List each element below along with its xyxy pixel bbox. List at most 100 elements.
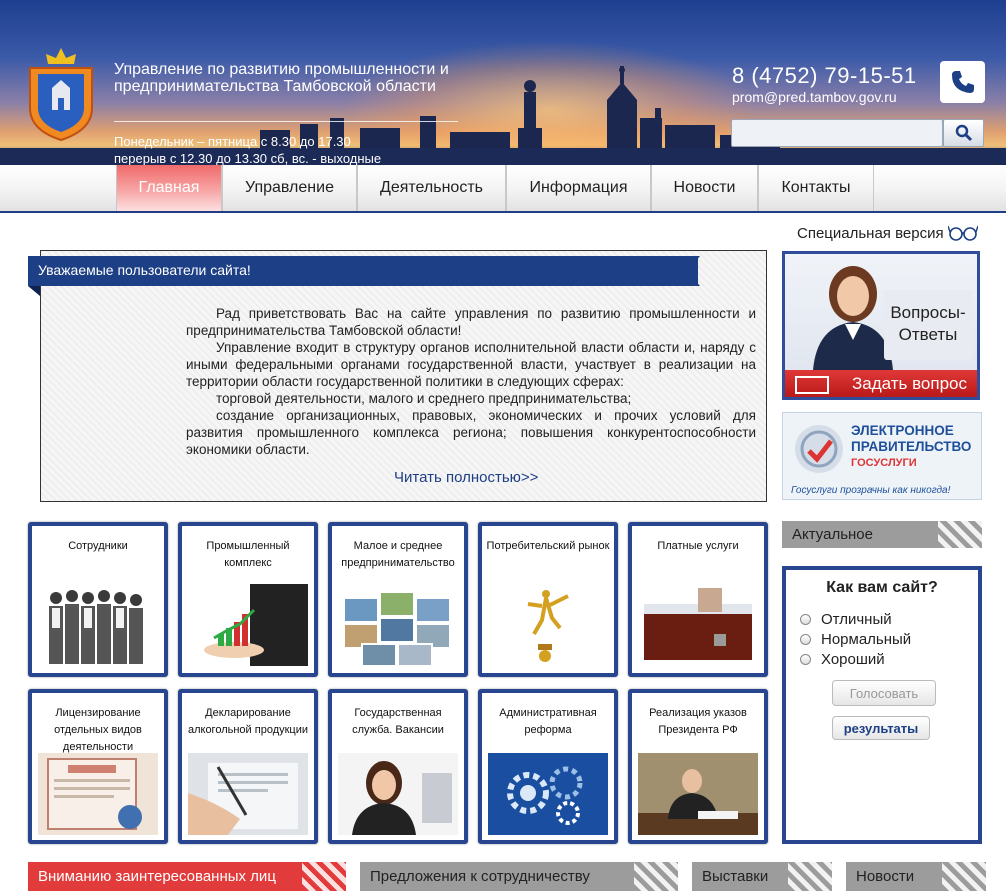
tile-title: Декларирование алкогольной продукции [187, 707, 309, 736]
tile-title: Малое и среднее предпринимательство [341, 540, 455, 569]
poll-option-label: Хороший [821, 651, 885, 668]
tile-consumer-market[interactable]: Потребительский рынок [478, 522, 618, 677]
bottom-bar-label: Новости [856, 868, 915, 885]
bottom-bar-interested-parties[interactable]: Вниманию заинтересованных лиц [28, 862, 346, 891]
tile-title: Сотрудники [68, 540, 128, 552]
decorative-stripes [634, 862, 678, 891]
poll-widget: Как вам сайт? Отличный Нормальный Хороши… [782, 566, 982, 844]
main-navigation: Главная Управление Деятельность Информац… [0, 165, 1006, 213]
tile-title: Административная реформа [499, 707, 597, 736]
ask-question-label: Задать вопрос [852, 374, 967, 393]
president-signing-photo [638, 753, 758, 835]
tile-title: Государственная служба. Вакансии [352, 707, 444, 736]
ribbon-fold [28, 286, 40, 296]
qa-banner[interactable]: Вопросы-Ответы Задать вопрос [782, 251, 980, 400]
office-worker-photo [338, 753, 458, 835]
decorative-stripes [942, 862, 986, 891]
bottom-bar-label: Выставки [702, 868, 769, 885]
contact-email[interactable]: prom@pred.tambov.gov.ru [732, 89, 897, 105]
welcome-paragraph: Управление входит в структуру органов ис… [186, 340, 756, 389]
welcome-text: Рад приветствовать Вас на сайте управлен… [186, 305, 756, 458]
nav-item-information[interactable]: Информация [506, 165, 651, 211]
nav-item-management[interactable]: Управление [222, 165, 357, 211]
tile-alcohol-declaration[interactable]: Декларирование алкогольной продукции [178, 689, 318, 844]
nav-item-home[interactable]: Главная [116, 165, 222, 211]
industrial-growth-photo [188, 584, 308, 666]
decorative-stripes [788, 862, 832, 891]
decorative-stripes [302, 862, 346, 891]
tile-industrial-complex[interactable]: Промышленный комплекс [178, 522, 318, 677]
qa-label: Вопросы-Ответы [884, 290, 972, 360]
radio-button[interactable] [800, 634, 811, 645]
bottom-bar-news[interactable]: Новости [846, 862, 986, 891]
gov-title-line2: ПРАВИТЕЛЬСТВО [851, 439, 972, 454]
decorative-stripes [938, 521, 982, 548]
tile-presidential-decrees[interactable]: Реализация указов Президента РФ [628, 689, 768, 844]
nav-item-contacts[interactable]: Контакты [758, 165, 874, 211]
signing-document-photo [188, 753, 308, 835]
bottom-bar-label: Вниманию заинтересованных лиц [38, 868, 276, 885]
tile-title: Лицензирование отдельных видов деятельно… [54, 707, 142, 753]
welcome-paragraph: создание организационных, правовых, экон… [186, 408, 756, 457]
poll-option-normal[interactable]: Нормальный [800, 631, 911, 648]
tile-civil-service-vacancies[interactable]: Государственная служба. Вакансии [328, 689, 468, 844]
results-button[interactable]: результаты [832, 716, 930, 740]
search-button[interactable] [943, 119, 984, 147]
gears-photo [488, 753, 608, 835]
tile-employees[interactable]: Сотрудники [28, 522, 168, 677]
poll-option-excellent[interactable]: Отличный [800, 611, 892, 628]
actual-header: Актуальное [782, 521, 982, 548]
bottom-bar-cooperation[interactable]: Предложения к сотрудничеству [360, 862, 678, 891]
organization-title: Управление по развитию промышленности и … [114, 61, 449, 95]
license-document-photo [38, 753, 158, 835]
bottom-bar-label: Предложения к сотрудничеству [370, 868, 590, 885]
tile-licensing[interactable]: Лицензирование отдельных видов деятельно… [28, 689, 168, 844]
welcome-heading: Уважаемые пользователи сайта! [28, 256, 698, 286]
welcome-paragraph: торговой деятельности, малого и среднего… [216, 391, 632, 406]
poll-option-good[interactable]: Хороший [800, 651, 885, 668]
tile-administrative-reform[interactable]: Административная реформа [478, 689, 618, 844]
poll-option-label: Отличный [821, 611, 892, 628]
welcome-paragraph: Рад приветствовать Вас на сайте управлен… [186, 306, 756, 338]
tile-small-medium-business[interactable]: Малое и среднее предпринимательство [328, 522, 468, 677]
search-input[interactable] [732, 120, 942, 146]
search-field[interactable] [731, 119, 943, 147]
tile-title: Промышленный комплекс [206, 540, 290, 569]
tile-paid-services[interactable]: Платные услуги [628, 522, 768, 677]
ask-question-button[interactable]: Задать вопрос [785, 370, 977, 397]
gov-subtitle: ГОСУСЛУГИ [851, 457, 917, 469]
nav-item-activity[interactable]: Деятельность [357, 165, 506, 211]
tile-title: Реализация указов Президента РФ [649, 707, 747, 736]
read-more-link[interactable]: Читать полностью>> [394, 469, 538, 486]
glasses-icon [947, 225, 978, 241]
vote-button[interactable]: Голосовать [832, 680, 936, 706]
tambov-coat-of-arms-icon [29, 48, 93, 142]
radio-button[interactable] [800, 654, 811, 665]
envelope-icon [795, 376, 829, 394]
nav-item-news[interactable]: Новости [651, 165, 758, 211]
business-collage-photo [338, 588, 458, 670]
contact-phone: 8 (4752) 79-15-51 [732, 63, 917, 88]
radio-button[interactable] [800, 614, 811, 625]
special-version-link[interactable]: Специальная версия [797, 224, 978, 242]
file-folder-photo [638, 584, 758, 666]
poll-question: Как вам сайт? [826, 579, 938, 596]
tile-title: Потребительский рынок [486, 540, 610, 552]
gosuslugi-logo-icon [795, 425, 843, 473]
working-hours-line1: Понедельник – пятница с 8.30 до 17.30 [114, 134, 351, 149]
bottom-bar-exhibitions[interactable]: Выставки [692, 862, 832, 891]
actual-label: Актуальное [792, 526, 873, 543]
gosuslugi-banner[interactable]: ЭЛЕКТРОННОЕ ПРАВИТЕЛЬСТВО ГОСУСЛУГИ Госу… [782, 412, 982, 500]
header-divider [114, 121, 458, 122]
working-hours-line2: перерыв с 12.30 до 13.30 сб, вс. - выход… [114, 151, 382, 165]
search-icon [955, 124, 972, 142]
special-version-label: Специальная версия [797, 224, 944, 242]
gov-title-line1: ЭЛЕКТРОННОЕ [851, 423, 954, 438]
gov-footer: Госуслуги прозрачны как никогда! [791, 485, 951, 496]
mercury-statue-photo [488, 584, 608, 666]
gov-title: ЭЛЕКТРОННОЕ ПРАВИТЕЛЬСТВО [851, 423, 971, 455]
phone-icon[interactable] [940, 61, 985, 103]
site-header: Управление по развитию промышленности и … [0, 0, 1006, 165]
tile-title: Платные услуги [657, 540, 739, 552]
working-hours: Понедельник – пятница с 8.30 до 17.30 пе… [114, 133, 381, 165]
